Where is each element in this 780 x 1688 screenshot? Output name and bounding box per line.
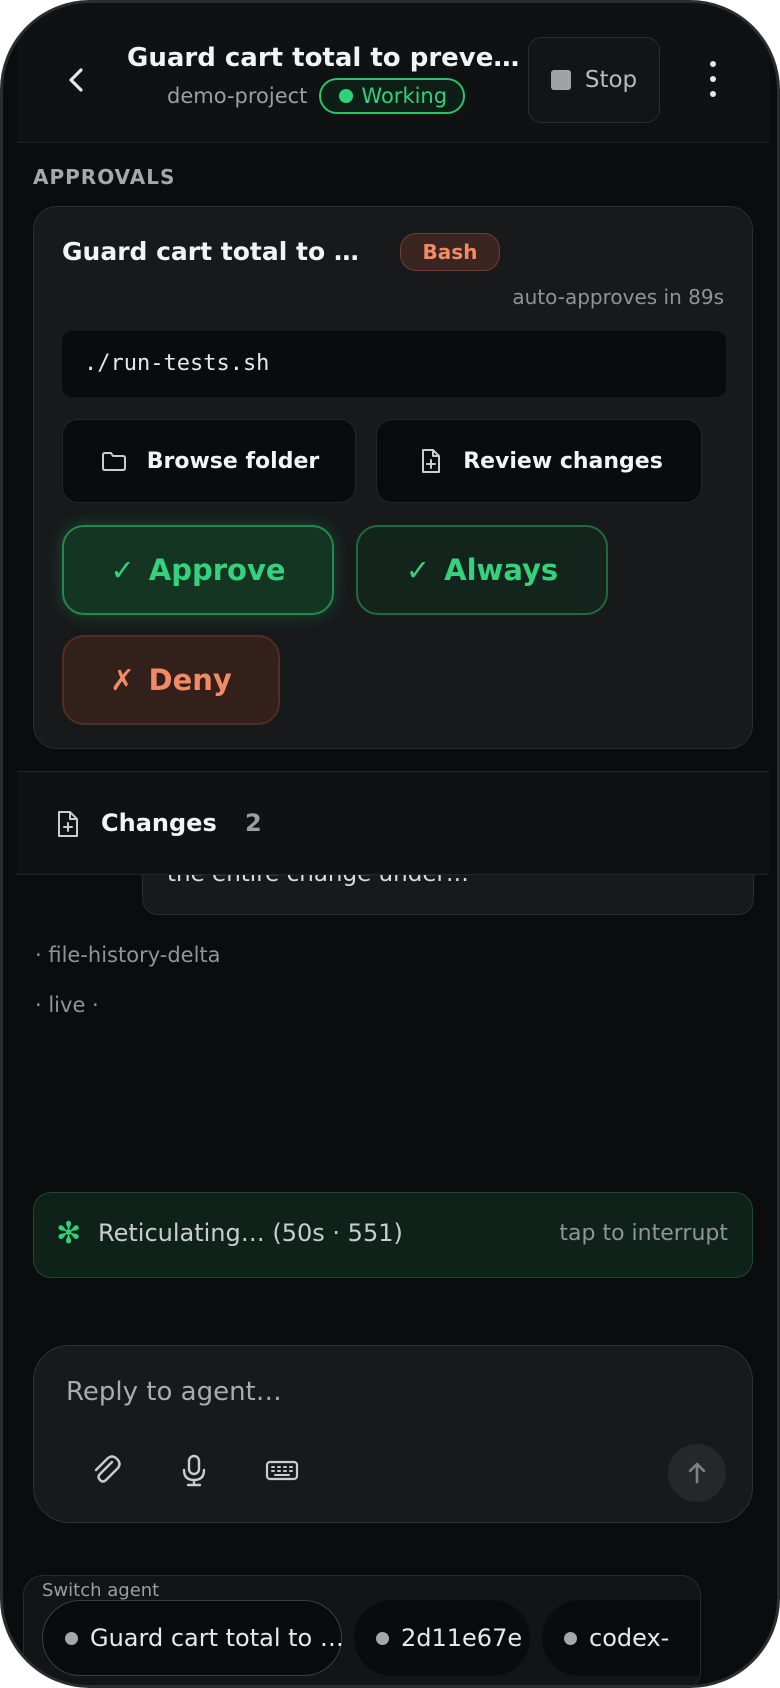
header: Guard cart total to preve… demo-project … [17, 3, 769, 143]
spinner-icon: ✻ [56, 1216, 82, 1251]
microphone-icon[interactable] [174, 1450, 214, 1490]
browse-folder-label: Browse folder [146, 448, 320, 474]
approvals-section-label: APPROVALS [33, 165, 176, 189]
arrow-up-icon [688, 1462, 706, 1484]
agent-chip[interactable]: 2d11e67e [354, 1600, 530, 1676]
page-title: Guard cart total to preve… [127, 43, 520, 73]
project-name: demo-project [167, 84, 308, 108]
back-button[interactable] [57, 58, 97, 102]
agent-chip-label: 2d11e67e [401, 1624, 523, 1652]
agent-chip[interactable]: Guard cart total to … [42, 1600, 344, 1676]
status-badge-label: Working [361, 84, 448, 108]
status-badge: Working [319, 78, 466, 114]
approval-title: Guard cart total to … [62, 237, 359, 266]
paperclip-icon[interactable] [86, 1450, 126, 1490]
reply-input[interactable] [66, 1370, 706, 1414]
message-text: the entire change under… [167, 875, 469, 887]
review-changes-label: Review changes [463, 448, 663, 474]
approve-label: Approve [148, 553, 286, 587]
folder-icon [101, 452, 126, 471]
interrupt-hint[interactable]: tap to interrupt [559, 1221, 728, 1246]
approve-button[interactable]: ✓ Approve [62, 525, 334, 615]
stop-icon [550, 70, 571, 90]
changes-count: 2 [245, 809, 262, 837]
review-changes-button[interactable]: Review changes [376, 419, 702, 503]
phone-frame: Guard cart total to preve… demo-project … [0, 0, 780, 1688]
check-icon: ✓ [405, 553, 431, 587]
event-line: · file-history-delta [35, 943, 221, 967]
event-line: · live · [35, 993, 99, 1017]
switch-agent-label: Switch agent [42, 1580, 160, 1601]
stop-button-label: Stop [584, 67, 638, 93]
status-dot-icon [339, 89, 354, 103]
stop-button[interactable]: Stop [528, 37, 660, 123]
subtitle-row: demo-project Working [167, 78, 466, 114]
tool-badge: Bash [400, 233, 500, 271]
browse-folder-button[interactable]: Browse folder [62, 419, 356, 503]
cross-icon: ✗ [110, 663, 135, 697]
more-options-icon[interactable] [707, 61, 719, 97]
agent-switcher: Switch agent Guard cart total to … 2d11e… [23, 1575, 701, 1685]
file-plus-icon [422, 449, 441, 473]
screen: Guard cart total to preve… demo-project … [17, 3, 769, 1685]
composer [33, 1345, 753, 1523]
agent-dot-icon [376, 1631, 389, 1645]
deny-button[interactable]: ✗ Deny [62, 635, 280, 725]
check-icon: ✓ [110, 553, 135, 587]
file-plus-icon [58, 811, 78, 837]
send-button[interactable] [668, 1444, 726, 1502]
always-approve-button[interactable]: ✓ Always [356, 525, 608, 615]
agent-chip-label: codex- [589, 1624, 670, 1652]
activity-status-text: Reticulating… (50s · 551) [98, 1219, 403, 1247]
chevron-left-icon [69, 68, 83, 92]
always-label: Always [444, 553, 559, 587]
agent-dot-icon [65, 1631, 78, 1645]
auto-approve-timer: auto-approves in 89s [512, 285, 724, 309]
keyboard-icon[interactable] [262, 1450, 302, 1490]
deny-label: Deny [148, 663, 232, 697]
changes-bar[interactable]: Changes 2 [17, 771, 769, 875]
agent-chip[interactable]: codex- [542, 1600, 700, 1676]
changes-label: Changes [101, 809, 217, 837]
agent-chip-label: Guard cart total to … [90, 1624, 344, 1652]
approval-card: Guard cart total to … Bash auto-approves… [33, 206, 753, 749]
activity-status-bar[interactable]: ✻ Reticulating… (50s · 551) tap to inter… [33, 1192, 753, 1278]
command-preview: ./run-tests.sh [62, 331, 726, 397]
agent-dot-icon [564, 1631, 577, 1645]
message-bubble: the entire change under… [142, 875, 754, 915]
